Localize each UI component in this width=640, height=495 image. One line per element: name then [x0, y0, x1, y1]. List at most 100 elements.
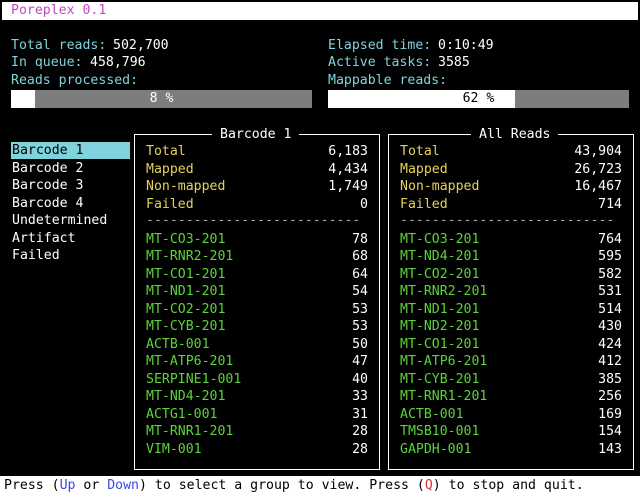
sidebar-item-failed[interactable]: Failed: [11, 247, 130, 264]
gene-count: 40: [352, 371, 368, 387]
gene-name: MT-ND4-201: [146, 389, 226, 404]
gene-count: 31: [352, 406, 368, 422]
footer-text-2: or: [75, 478, 108, 493]
gene-count: 595: [598, 249, 622, 264]
gene-row: MT-RNR2-201 531: [400, 283, 622, 301]
gene-name: MT-ND1-201: [146, 284, 226, 299]
gene-count: 424: [598, 336, 622, 352]
up-key-hint: Up: [59, 478, 76, 493]
app-title: Poreplex 0.1: [2, 2, 638, 20]
gene-row: GAPDH-001 143: [400, 441, 622, 459]
gene-count: 78: [352, 231, 368, 247]
mappable-reads-progress-text: 62 %: [462, 91, 495, 106]
sidebar-item-barcode-1[interactable]: Barcode 1: [11, 142, 130, 159]
gene-name: ACTB-001: [400, 406, 464, 422]
gene-count: 531: [598, 284, 622, 299]
gene-row: ACTB-001 169: [400, 406, 622, 424]
sidebar-item-barcode-3[interactable]: Barcode 3: [11, 177, 130, 194]
gene-name: MT-CO3-201: [400, 231, 480, 247]
summary-value: 0: [360, 196, 368, 212]
reads-processed-progress-fill: [11, 90, 36, 108]
sidebar-item-artifact[interactable]: Artifact: [11, 230, 130, 247]
gene-name: MT-CO1-201: [146, 266, 226, 282]
gene-count: 169: [598, 406, 622, 422]
active-tasks-value: 3585: [438, 55, 470, 70]
reads-processed-label: Reads processed:: [11, 73, 139, 88]
summary-label: Total: [146, 144, 186, 159]
gene-count: 514: [598, 301, 622, 317]
gene-name: MT-RNR2-201: [146, 249, 234, 264]
divider: ------------------------------: [146, 213, 361, 228]
barcode-panel: Barcode 1 Total 6,183 Mapped 4,434 Non-mappe…: [134, 126, 380, 470]
down-key-hint: Down: [107, 478, 139, 493]
summary-row: Failed 0: [146, 196, 368, 214]
summary-row: Non-mapped 1,749: [146, 178, 368, 196]
elapsed-time-value: 0:10:49: [438, 38, 494, 53]
gene-row: VIM-001 28: [146, 441, 368, 459]
gene-name: MT-CO2-201: [400, 266, 480, 282]
all-reads-panel-title: All Reads: [471, 126, 559, 143]
gene-count: 154: [598, 424, 622, 439]
gene-row: MT-RNR1-201 28: [146, 423, 368, 441]
gene-count: 430: [598, 319, 622, 334]
footer-text-3: ) to select a group to view. Press (: [139, 478, 425, 493]
gene-name: MT-RNR1-201: [146, 424, 234, 439]
gene-row: MT-ND1-201 54: [146, 283, 368, 301]
summary-row: Mapped 4,434: [146, 161, 368, 179]
summary-row: Mapped 26,723: [400, 161, 622, 179]
gene-row: MT-CO2-201 53: [146, 301, 368, 319]
total-reads-label: Total reads:: [11, 38, 107, 53]
gene-row: MT-CO3-201 764: [400, 231, 622, 249]
divider: ------------------------------: [400, 213, 615, 228]
gene-count: 385: [598, 371, 622, 387]
gene-name: MT-CYB-201: [146, 319, 226, 334]
help-footer: Press (Up or Down) to select a group to …: [0, 476, 640, 495]
in-queue-value: 458,796: [90, 55, 146, 70]
gene-name: MT-ATP6-201: [146, 354, 234, 369]
sidebar-item-barcode-4[interactable]: Barcode 4: [11, 195, 130, 212]
gene-count: 53: [352, 301, 368, 317]
gene-name: ACTG1-001: [146, 406, 218, 422]
gene-name: SERPINE1-001: [146, 371, 242, 387]
sidebar-item-undetermined[interactable]: Undetermined: [11, 212, 130, 229]
summary-value: 1,749: [328, 179, 368, 194]
summary-label: Non-mapped: [146, 179, 226, 194]
gene-row: MT-ND1-201 514: [400, 301, 622, 319]
gene-name: MT-CO2-201: [146, 301, 226, 317]
gene-row: MT-RNR2-201 68: [146, 248, 368, 266]
gene-row: ACTB-001 50: [146, 336, 368, 354]
summary-value: 6,183: [328, 144, 368, 159]
gene-row: ACTG1-001 31: [146, 406, 368, 424]
summary-row: Failed 714: [400, 196, 622, 214]
gene-count: 582: [598, 266, 622, 282]
gene-name: MT-RNR2-201: [400, 284, 488, 299]
gene-row: MT-ATP6-201 47: [146, 353, 368, 371]
gene-row: MT-CO1-201 424: [400, 336, 622, 354]
sidebar-item-barcode-2[interactable]: Barcode 2: [11, 160, 130, 177]
summary-label: Total: [400, 144, 440, 159]
gene-count: 50: [352, 336, 368, 352]
gene-name: MT-CYB-201: [400, 371, 480, 387]
gene-count: 54: [352, 284, 368, 299]
gene-row: MT-ND2-201 430: [400, 318, 622, 336]
gene-name: MT-RNR1-201: [400, 389, 488, 404]
gene-row: MT-CO3-201 78: [146, 231, 368, 249]
gene-row: MT-ND4-201 33: [146, 388, 368, 406]
in-queue-label: In queue:: [11, 55, 83, 70]
summary-label: Failed: [146, 196, 194, 212]
all-reads-panel: All Reads Total 43,904 Mapped 26,723 Non-map…: [388, 126, 634, 470]
summary-value: 16,467: [574, 179, 622, 194]
gene-name: MT-CO1-201: [400, 336, 480, 352]
gene-name: MT-ND4-201: [400, 249, 480, 264]
gene-name: MT-ND2-201: [400, 319, 480, 334]
gene-name: VIM-001: [146, 441, 202, 457]
gene-name: TMSB10-001: [400, 424, 480, 439]
summary-label: Non-mapped: [400, 179, 480, 194]
summary-row: Total 43,904: [400, 143, 622, 161]
gene-row: MT-RNR1-201 256: [400, 388, 622, 406]
gene-count: 143: [598, 441, 622, 457]
active-tasks-label: Active tasks:: [328, 55, 432, 70]
gene-count: 256: [598, 389, 622, 404]
gene-count: 33: [352, 389, 368, 404]
gene-row: SERPINE1-001 40: [146, 371, 368, 389]
